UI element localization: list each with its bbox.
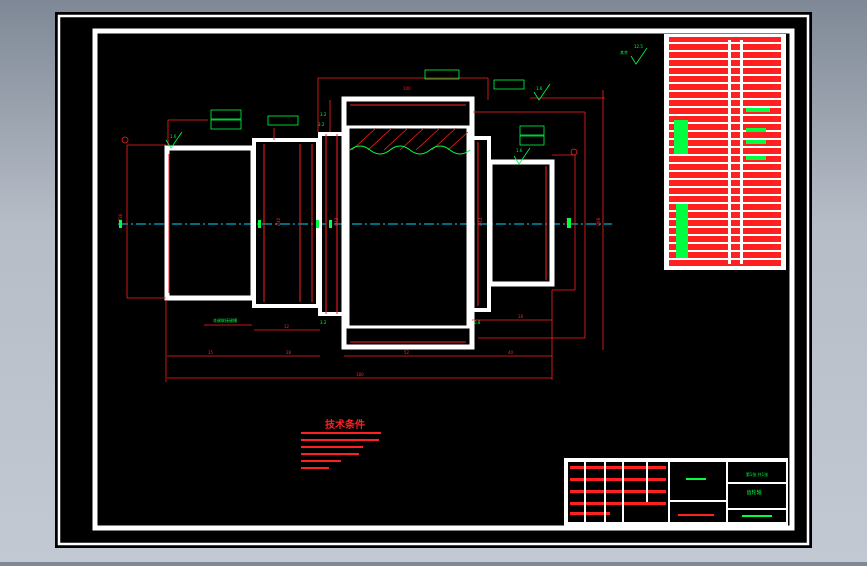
title-block: 齿轮轴 第1张 共1张 <box>564 458 788 526</box>
svg-text:其余: 其余 <box>620 49 628 55</box>
svg-text:100: 100 <box>403 86 411 91</box>
svg-text:Ø44: Ø44 <box>478 217 483 226</box>
svg-text:3.2: 3.2 <box>320 112 327 117</box>
svg-text:18: 18 <box>518 314 524 319</box>
svg-text:12.5: 12.5 <box>634 44 643 49</box>
svg-text:1.6: 1.6 <box>536 86 543 91</box>
svg-text:52: 52 <box>404 350 410 355</box>
svg-text:180: 180 <box>356 372 364 377</box>
svg-text:Ø66: Ø66 <box>596 217 601 226</box>
svg-text:0.8: 0.8 <box>474 320 481 325</box>
cad-viewport[interactable]: 15 28 32 180 52 40 18 100 Ø36 Ø40 Ø48 Ø4… <box>0 0 867 562</box>
svg-text:32: 32 <box>284 324 290 329</box>
drawing-canvas[interactable]: 15 28 32 180 52 40 18 100 Ø36 Ø40 Ø48 Ø4… <box>0 0 867 562</box>
sheet-note: 第1张 共1张 <box>746 471 768 477</box>
svg-text:1.6: 1.6 <box>170 134 177 139</box>
svg-text:Ø48: Ø48 <box>334 217 339 226</box>
svg-text:Ø40: Ø40 <box>276 217 281 226</box>
tech-requirements-title: 技术条件 <box>325 418 365 431</box>
svg-text:15: 15 <box>208 350 214 355</box>
part-name: 齿轮轴 <box>746 489 761 496</box>
gear-parameter-table <box>664 34 786 270</box>
svg-text:花键联接键槽: 花键联接键槽 <box>213 317 237 323</box>
svg-text:3.2: 3.2 <box>318 122 325 127</box>
svg-text:1.6: 1.6 <box>516 148 523 153</box>
svg-text:3.2: 3.2 <box>320 320 327 325</box>
svg-text:40: 40 <box>508 350 514 355</box>
svg-text:28: 28 <box>286 350 292 355</box>
